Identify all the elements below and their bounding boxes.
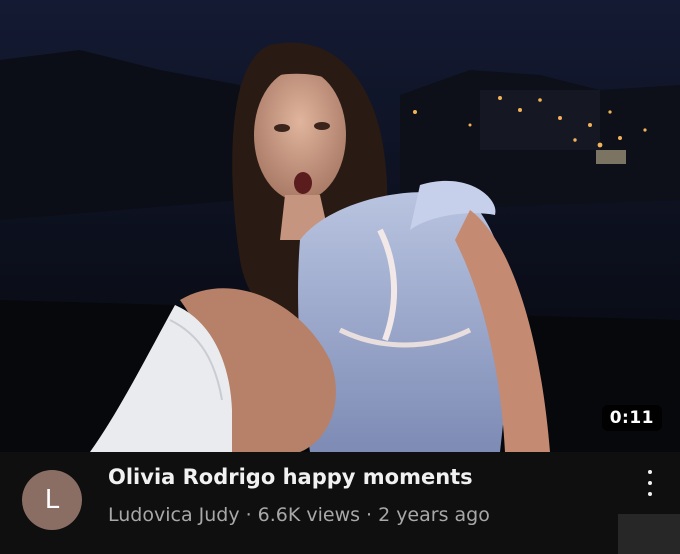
thumbnail-image bbox=[0, 0, 680, 452]
menu-dot bbox=[648, 492, 652, 496]
channel-name[interactable]: Ludovica Judy bbox=[108, 504, 240, 526]
video-card[interactable]: 0:11 L Olivia Rodrigo happy moments Ludo… bbox=[0, 0, 680, 554]
corner-panel bbox=[618, 514, 680, 554]
menu-dot bbox=[648, 481, 652, 485]
more-vert-icon[interactable] bbox=[638, 468, 662, 498]
channel-avatar[interactable]: L bbox=[22, 470, 82, 530]
upload-age: 2 years ago bbox=[378, 504, 490, 526]
duration-badge: 0:11 bbox=[601, 405, 662, 431]
video-title[interactable]: Olivia Rodrigo happy moments bbox=[108, 465, 473, 489]
video-details: L Olivia Rodrigo happy moments Ludovica … bbox=[0, 452, 680, 554]
avatar-initial: L bbox=[44, 485, 60, 515]
menu-dot bbox=[648, 470, 652, 474]
video-thumbnail[interactable]: 0:11 bbox=[0, 0, 680, 452]
separator: · bbox=[366, 504, 373, 526]
view-count: 6.6K views bbox=[257, 504, 361, 526]
separator: · bbox=[245, 504, 252, 526]
video-metadata: Ludovica Judy · 6.6K views · 2 years ago bbox=[108, 504, 490, 526]
